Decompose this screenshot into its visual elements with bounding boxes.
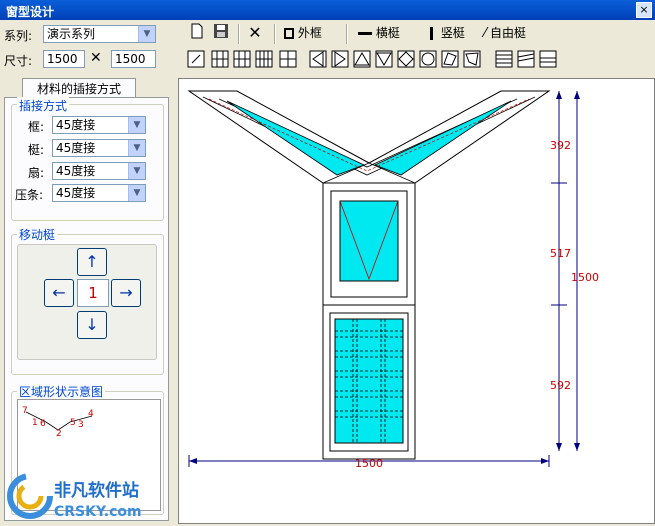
toolbar: ✕ 外框 横梃 竖梃 ⁄ 自由梃 (178, 20, 655, 70)
width-input[interactable]: 1500 (43, 50, 85, 68)
delete-icon: ✕ (248, 23, 262, 42)
separator (238, 24, 240, 44)
sash-joint-select[interactable]: 45度接 ▼ (52, 162, 146, 180)
tool-slope2-icon[interactable] (539, 50, 557, 68)
tool-icons (187, 50, 557, 68)
chevron-down-icon[interactable]: ▼ (128, 117, 145, 133)
free-mullion-button[interactable]: ⁄ 自由梃 (484, 23, 554, 45)
h-mullion-label: 横梃 (375, 26, 400, 40)
bead-joint-value: 45度接 (56, 186, 96, 200)
frame-joint-select[interactable]: 45度接 ▼ (52, 116, 146, 134)
frame-joint-value: 45度接 (56, 118, 96, 132)
new-file-icon (191, 23, 203, 39)
region-label: 6 (40, 419, 46, 429)
sash-joint-value: 45度接 (56, 164, 96, 178)
crsky-logo: 非凡软件站 CRSKY.com (7, 473, 142, 520)
tab-panel: 插接方式 框: 45度接 ▼ 梃: 45度接 ▼ 扇: 45度接 ▼ 压条: 45度接… (4, 97, 169, 521)
h-mullion-button[interactable]: 横梃 (358, 23, 414, 45)
chevron-down-icon[interactable]: ▼ (128, 185, 145, 201)
series-label: 系列: (4, 29, 33, 43)
window-drawing: 392 517 592 1500 1500 (187, 90, 599, 470)
v-mullion-button[interactable]: 竖梃 (426, 23, 482, 45)
region-label: 2 (56, 429, 62, 439)
chevron-down-icon[interactable]: ▼ (128, 140, 145, 156)
left-panel: 系列: 演示系列 ▼ 尺寸: 1500 ✕ 1500 材料的插接方式 插接方式 … (0, 20, 172, 524)
title-bar: 窗型设计 × (0, 0, 655, 20)
upper-glass-pane[interactable] (339, 200, 399, 282)
move-group-title: 移动梃 (17, 226, 58, 243)
move-value[interactable]: 1 (77, 279, 109, 307)
outer-frame-button[interactable]: 外框 (284, 23, 340, 45)
dim-label-total-height: 1500 (571, 271, 599, 284)
bead-joint-label: 压条: (15, 188, 44, 202)
region-label: 1 (32, 418, 38, 428)
watermark-cn: 非凡软件站 (54, 480, 139, 501)
free-mullion-icon: ⁄ (484, 26, 487, 41)
region-group-title: 区域形状示意图 (17, 383, 106, 400)
drawing-canvas[interactable]: 392 517 592 1500 1500 (178, 78, 655, 524)
series-select[interactable]: 演示系列 ▼ (43, 25, 156, 43)
move-down-button[interactable]: ↓ (77, 311, 107, 339)
height-input[interactable]: 1500 (111, 50, 156, 68)
region-label: 4 (88, 409, 94, 419)
dim-label-517: 517 (550, 247, 571, 260)
dim-label-392: 392 (550, 139, 571, 152)
region-label: 5 (70, 418, 76, 428)
dim-label-total-width: 1500 (355, 457, 383, 470)
free-mullion-label: 自由梃 (490, 26, 527, 40)
frame-joint-label: 框: (28, 120, 45, 134)
lower-glass-pane[interactable] (334, 318, 404, 444)
chevron-down-icon[interactable]: ▼ (128, 163, 145, 179)
mullion-joint-value: 45度接 (56, 141, 96, 155)
tab-material-joint[interactable]: 材料的插接方式 (22, 78, 136, 98)
watermark: 非凡软件站 CRSKY.com (4, 466, 160, 522)
sash-joint-label: 扇: (28, 166, 45, 180)
save-icon (214, 24, 228, 38)
window-title: 窗型设计 (6, 5, 55, 19)
delete-button[interactable]: ✕ (244, 23, 266, 45)
tool-row (186, 48, 654, 70)
close-button[interactable]: × (636, 2, 652, 18)
series-value: 演示系列 (47, 27, 96, 41)
h-mullion-icon (358, 32, 372, 35)
chevron-down-icon[interactable]: ▼ (138, 26, 155, 42)
v-mullion-label: 竖梃 (440, 26, 465, 40)
region-label: 7 (22, 406, 28, 416)
y-frame[interactable] (187, 90, 551, 184)
joint-group-title: 插接方式 (17, 97, 70, 114)
move-left-button[interactable]: ← (44, 279, 74, 307)
region-label: 3 (78, 420, 84, 430)
size-label: 尺寸: (4, 54, 33, 68)
save-button[interactable] (210, 23, 232, 45)
dim-label-592: 592 (550, 379, 571, 392)
watermark-en: CRSKY.com (54, 504, 142, 520)
separator (346, 24, 348, 44)
move-right-button[interactable]: → (111, 279, 141, 307)
separator (274, 24, 276, 44)
move-up-button[interactable]: ↑ (77, 248, 107, 276)
outer-frame-label: 外框 (297, 26, 322, 40)
times-icon: ✕ (90, 50, 102, 66)
mullion-joint-select[interactable]: 45度接 ▼ (52, 139, 146, 157)
mullion-joint-label: 梃: (28, 143, 45, 157)
new-file-button[interactable] (186, 23, 208, 45)
frame-icon (284, 28, 294, 39)
bead-joint-select[interactable]: 45度接 ▼ (52, 184, 146, 202)
tool-diamond-icon[interactable] (397, 50, 415, 68)
v-mullion-icon (430, 27, 433, 40)
